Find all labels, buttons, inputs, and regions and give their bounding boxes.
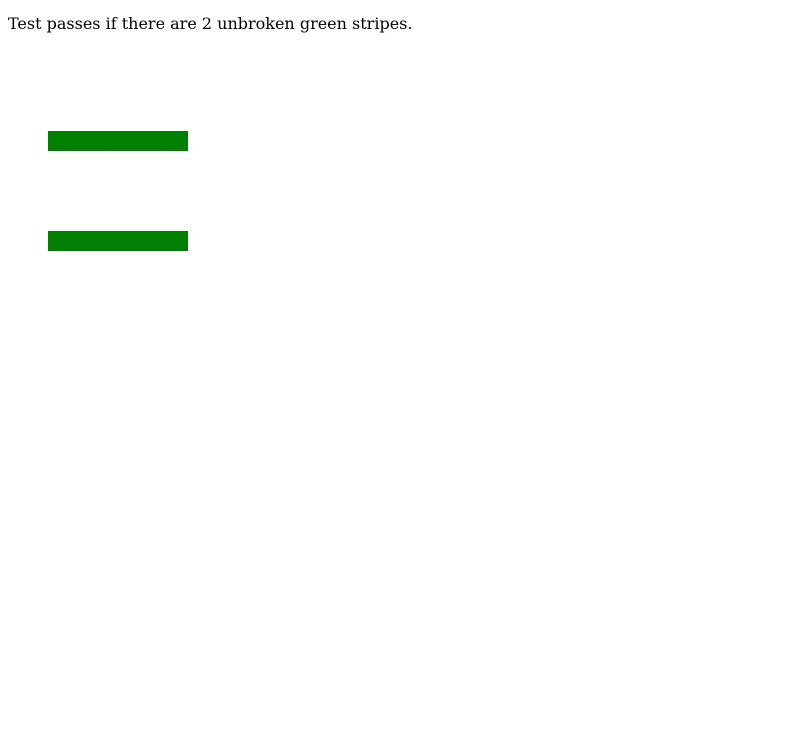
stripe-segment	[108, 231, 168, 251]
stripe-segment	[168, 131, 188, 151]
stripe-segment	[68, 131, 108, 151]
stripe-segment	[48, 131, 68, 151]
test-instruction: Test passes if there are 2 unbroken gree…	[8, 14, 413, 33]
stripe-segment	[108, 131, 168, 151]
green-stripe-2	[48, 231, 188, 251]
stripe-segment	[48, 231, 68, 251]
stripe-segment	[168, 231, 188, 251]
stripe-segment	[68, 231, 108, 251]
green-stripe-1	[48, 131, 188, 151]
